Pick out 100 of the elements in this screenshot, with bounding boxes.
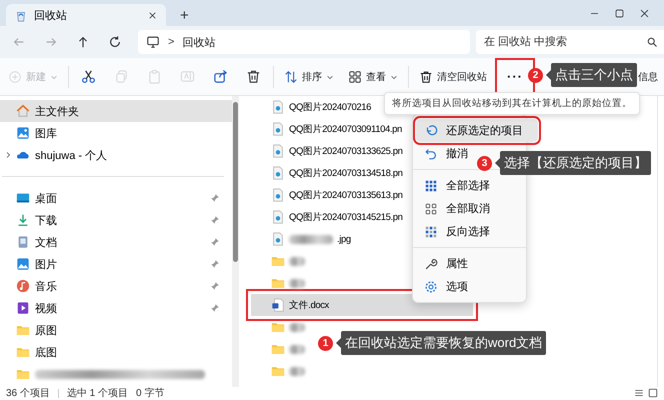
gallery-icon bbox=[16, 126, 30, 140]
chevron-icon bbox=[4, 151, 12, 159]
trash-icon bbox=[419, 70, 433, 84]
view-button[interactable]: 查看 bbox=[342, 62, 404, 92]
file-row[interactable]: QQ图片20240703145215.pn bbox=[271, 206, 405, 228]
sidebar-item[interactable]: 主文件夹 bbox=[0, 100, 232, 122]
address-bar[interactable]: > 回收站 bbox=[138, 30, 470, 54]
computer-icon bbox=[146, 35, 160, 49]
plus-icon bbox=[8, 70, 22, 84]
menu-item[interactable]: 还原选定的项目 bbox=[416, 119, 538, 142]
picture-icon bbox=[16, 257, 30, 271]
invert-selection-icon bbox=[424, 224, 438, 238]
forward-icon bbox=[44, 35, 58, 49]
file-row[interactable]: .jpg bbox=[271, 228, 353, 250]
document-icon bbox=[16, 235, 30, 249]
pin-icon bbox=[210, 215, 220, 225]
folder-icon bbox=[271, 364, 285, 378]
file-row[interactable]: QQ图片2024070216 bbox=[271, 96, 374, 118]
image-file-icon bbox=[271, 210, 285, 224]
maximize-icon bbox=[614, 8, 625, 18]
status-text: 36 个项目 bbox=[6, 387, 50, 400]
tooltip: 将所选项目从回收站移动到其在计算机上的原始位置。 bbox=[384, 92, 640, 115]
menu-item[interactable]: 全部选择 bbox=[416, 174, 494, 197]
close-icon bbox=[147, 10, 158, 20]
file-row[interactable]: QQ图片20240703135613.pn bbox=[271, 184, 405, 206]
menu-item[interactable]: 反向选择 bbox=[416, 220, 494, 243]
sidebar-item[interactable]: 桌面 bbox=[0, 187, 232, 209]
image-file-icon bbox=[271, 100, 285, 114]
sidebar-scrollbar[interactable] bbox=[232, 96, 239, 387]
details-view-icon bbox=[634, 388, 644, 398]
gear-icon bbox=[424, 280, 438, 294]
rename-icon bbox=[180, 69, 195, 84]
callout-label: 在回收站选定需要恢复的word文档 bbox=[341, 331, 546, 355]
copy-icon bbox=[114, 69, 129, 84]
image-file-icon bbox=[271, 232, 285, 246]
file-row[interactable]: QQ图片20240703133625.pn bbox=[271, 140, 405, 162]
up-arrow-icon bbox=[76, 35, 90, 49]
sidebar-item[interactable]: 音乐 bbox=[0, 275, 232, 297]
callout-label: 选择【还原选定的项目】 bbox=[500, 151, 651, 175]
details-button[interactable]: 信息 bbox=[638, 62, 662, 92]
sort-button[interactable]: 排序 bbox=[278, 62, 340, 92]
select-none-icon bbox=[424, 202, 438, 216]
folder-icon bbox=[271, 320, 285, 334]
back-icon bbox=[12, 35, 26, 49]
select-all-icon bbox=[424, 178, 438, 192]
empty-recycle-bin-button[interactable]: 清空回收站 bbox=[413, 62, 493, 92]
image-file-icon bbox=[271, 166, 285, 180]
sidebar-item[interactable]: shujuwa - 个人 bbox=[0, 144, 232, 166]
video-icon bbox=[16, 301, 30, 315]
folder-icon bbox=[16, 323, 30, 337]
pin-icon bbox=[210, 281, 220, 291]
folder-icon bbox=[16, 367, 30, 381]
pin-icon bbox=[210, 237, 220, 247]
undo-arrow-icon bbox=[424, 124, 438, 138]
sidebar-item[interactable]: 文档 bbox=[0, 231, 232, 253]
music-icon bbox=[16, 279, 30, 293]
menu-item[interactable]: 属性 bbox=[416, 252, 472, 275]
sidebar-item[interactable]: 视频 bbox=[0, 297, 232, 319]
breadcrumb-location[interactable]: 回收站 bbox=[182, 34, 216, 50]
status-text: 0 字节 bbox=[136, 386, 164, 400]
pin-icon bbox=[210, 193, 220, 203]
desktop-icon bbox=[16, 191, 30, 205]
tiles-view-icon bbox=[648, 388, 658, 398]
share-icon bbox=[213, 69, 228, 84]
sidebar-item[interactable]: 图库 bbox=[0, 122, 232, 144]
scissors-icon bbox=[81, 69, 96, 84]
menu-item[interactable]: 撤消 bbox=[416, 142, 472, 165]
recycle-bin-tab[interactable]: 回收站 bbox=[6, 4, 166, 26]
trash-icon bbox=[246, 69, 261, 84]
image-file-icon bbox=[271, 188, 285, 202]
breadcrumb-separator: > bbox=[168, 36, 174, 48]
search-field[interactable]: 在 回收站 中搜索 bbox=[476, 30, 664, 54]
sidebar-item[interactable]: 下载 bbox=[0, 209, 232, 231]
image-file-icon bbox=[271, 122, 285, 136]
clipboard-icon bbox=[147, 69, 162, 84]
image-file-icon bbox=[271, 144, 285, 158]
refresh-icon bbox=[108, 35, 122, 49]
grid-icon bbox=[348, 70, 362, 84]
home-icon bbox=[16, 104, 30, 118]
new-tab-button[interactable]: + bbox=[174, 4, 195, 26]
file-row[interactable]: QQ图片20240703091104.pn bbox=[271, 118, 404, 140]
callout-label: 点击三个小点 bbox=[551, 63, 637, 87]
sidebar-item[interactable]: 图片 bbox=[0, 253, 232, 275]
sort-arrows-icon bbox=[284, 70, 298, 84]
undo-curve-icon bbox=[424, 146, 438, 160]
folder-icon bbox=[271, 342, 285, 356]
close-icon bbox=[639, 8, 650, 18]
folder-icon bbox=[16, 345, 30, 359]
file-row[interactable]: QQ图片20240703134518.pn bbox=[271, 162, 405, 184]
menu-item[interactable]: 全部取消 bbox=[416, 197, 494, 220]
sidebar-item[interactable]: 原图 bbox=[0, 319, 232, 341]
folder-icon bbox=[271, 254, 285, 268]
wrench-icon bbox=[424, 256, 438, 270]
status-text: 选中 1 个项目 bbox=[66, 386, 128, 400]
word-document-icon bbox=[271, 298, 285, 312]
pin-icon bbox=[210, 303, 220, 313]
sidebar-item[interactable]: 底图 bbox=[0, 341, 232, 363]
folder-icon bbox=[271, 276, 285, 290]
download-icon bbox=[16, 213, 30, 227]
step-number-badge: 1 bbox=[318, 336, 333, 350]
